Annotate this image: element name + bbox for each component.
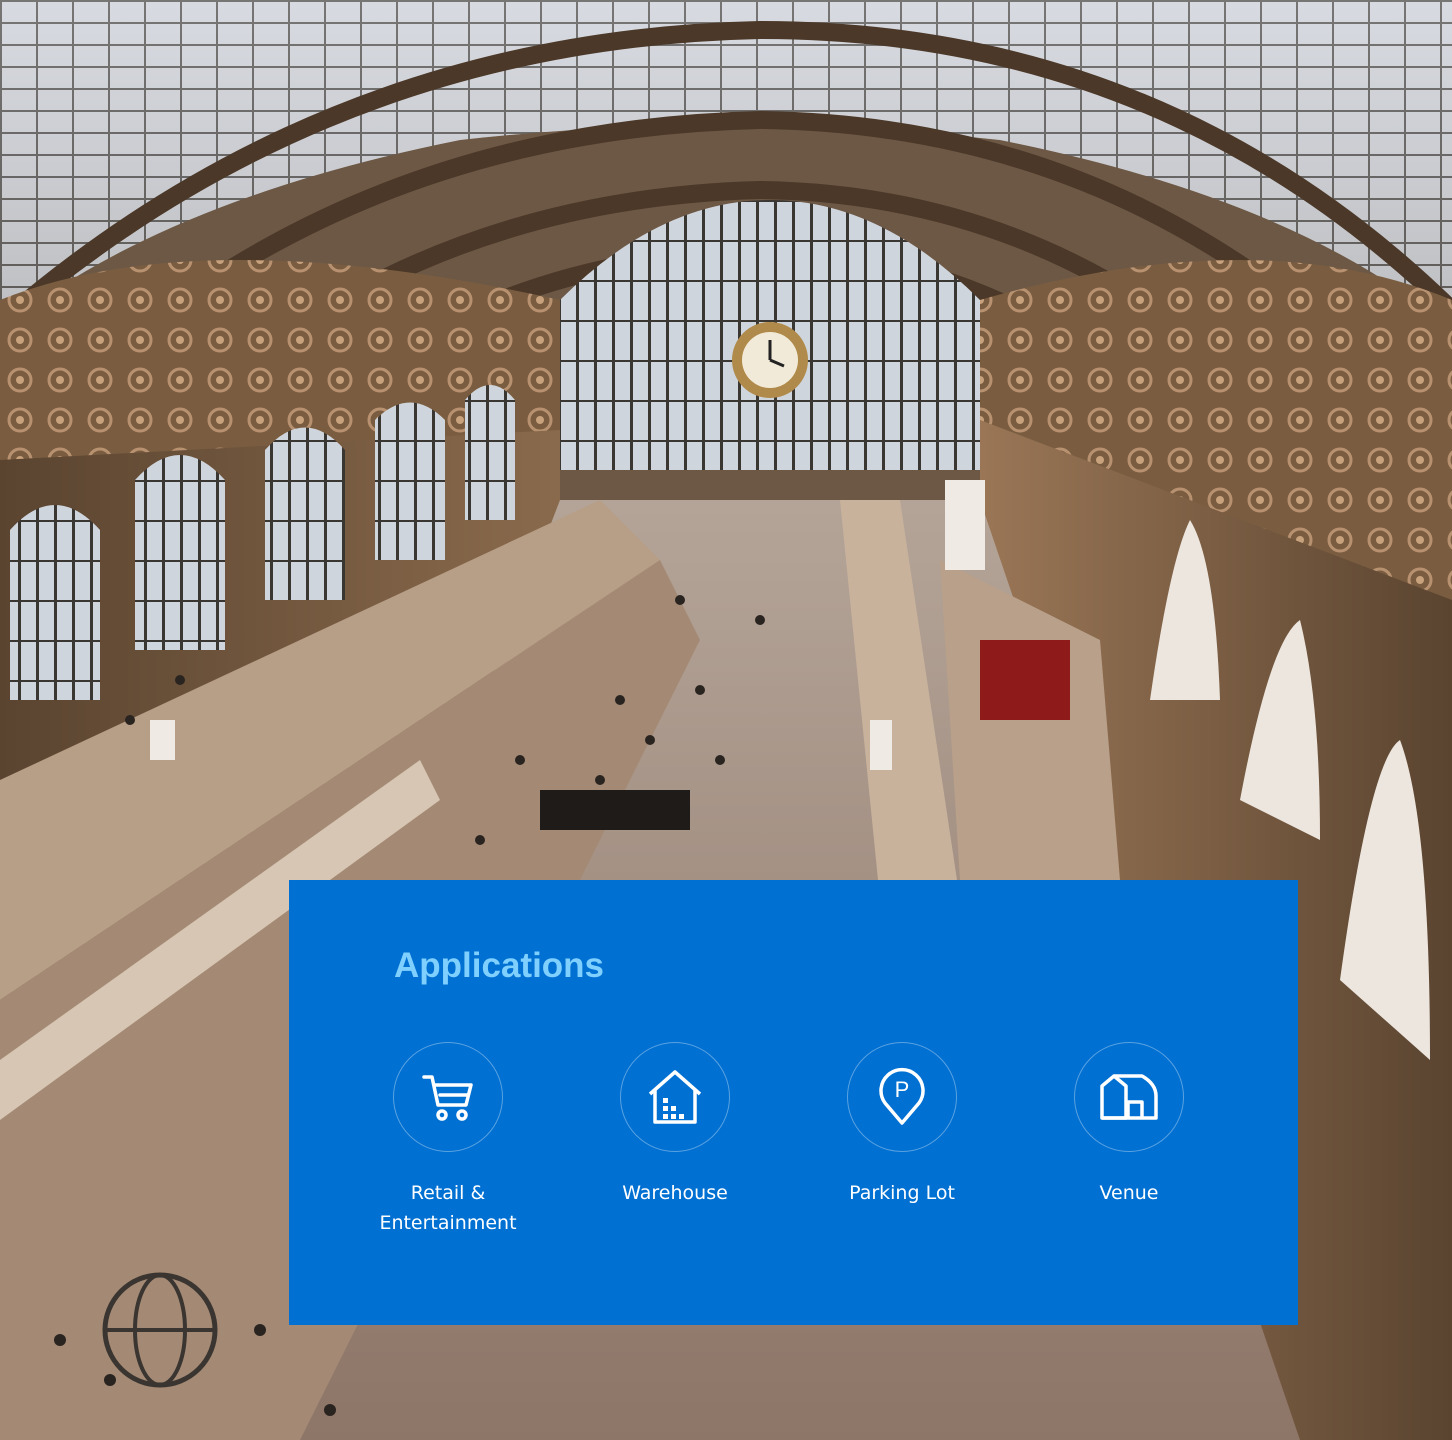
app-label: Parking Lot [849, 1182, 955, 1204]
parking-pin-icon: P [879, 1068, 925, 1125]
app-label: Venue [1099, 1182, 1159, 1204]
panel-title: Applications [394, 946, 605, 985]
app-label: Retail & Entertainment [379, 1182, 517, 1234]
shopping-cart-icon [422, 1075, 473, 1121]
app-item-warehouse[interactable]: Warehouse [575, 1042, 775, 1208]
app-icon-circle [393, 1042, 503, 1152]
warehouse-icon [648, 1070, 702, 1124]
app-item-venue[interactable]: Venue [1029, 1042, 1229, 1208]
app-item-retail-entertainment[interactable]: Retail & Entertainment [348, 1042, 548, 1238]
app-item-parking-lot[interactable]: P Parking Lot [802, 1042, 1002, 1208]
svg-text:P: P [895, 1077, 910, 1102]
venue-building-icon [1100, 1074, 1158, 1120]
app-icon-circle: P [847, 1042, 957, 1152]
app-icon-circle [620, 1042, 730, 1152]
app-label: Warehouse [622, 1182, 728, 1204]
applications-panel: Applications Retail & Entertainment Ware… [289, 880, 1298, 1325]
app-icon-circle [1074, 1042, 1184, 1152]
